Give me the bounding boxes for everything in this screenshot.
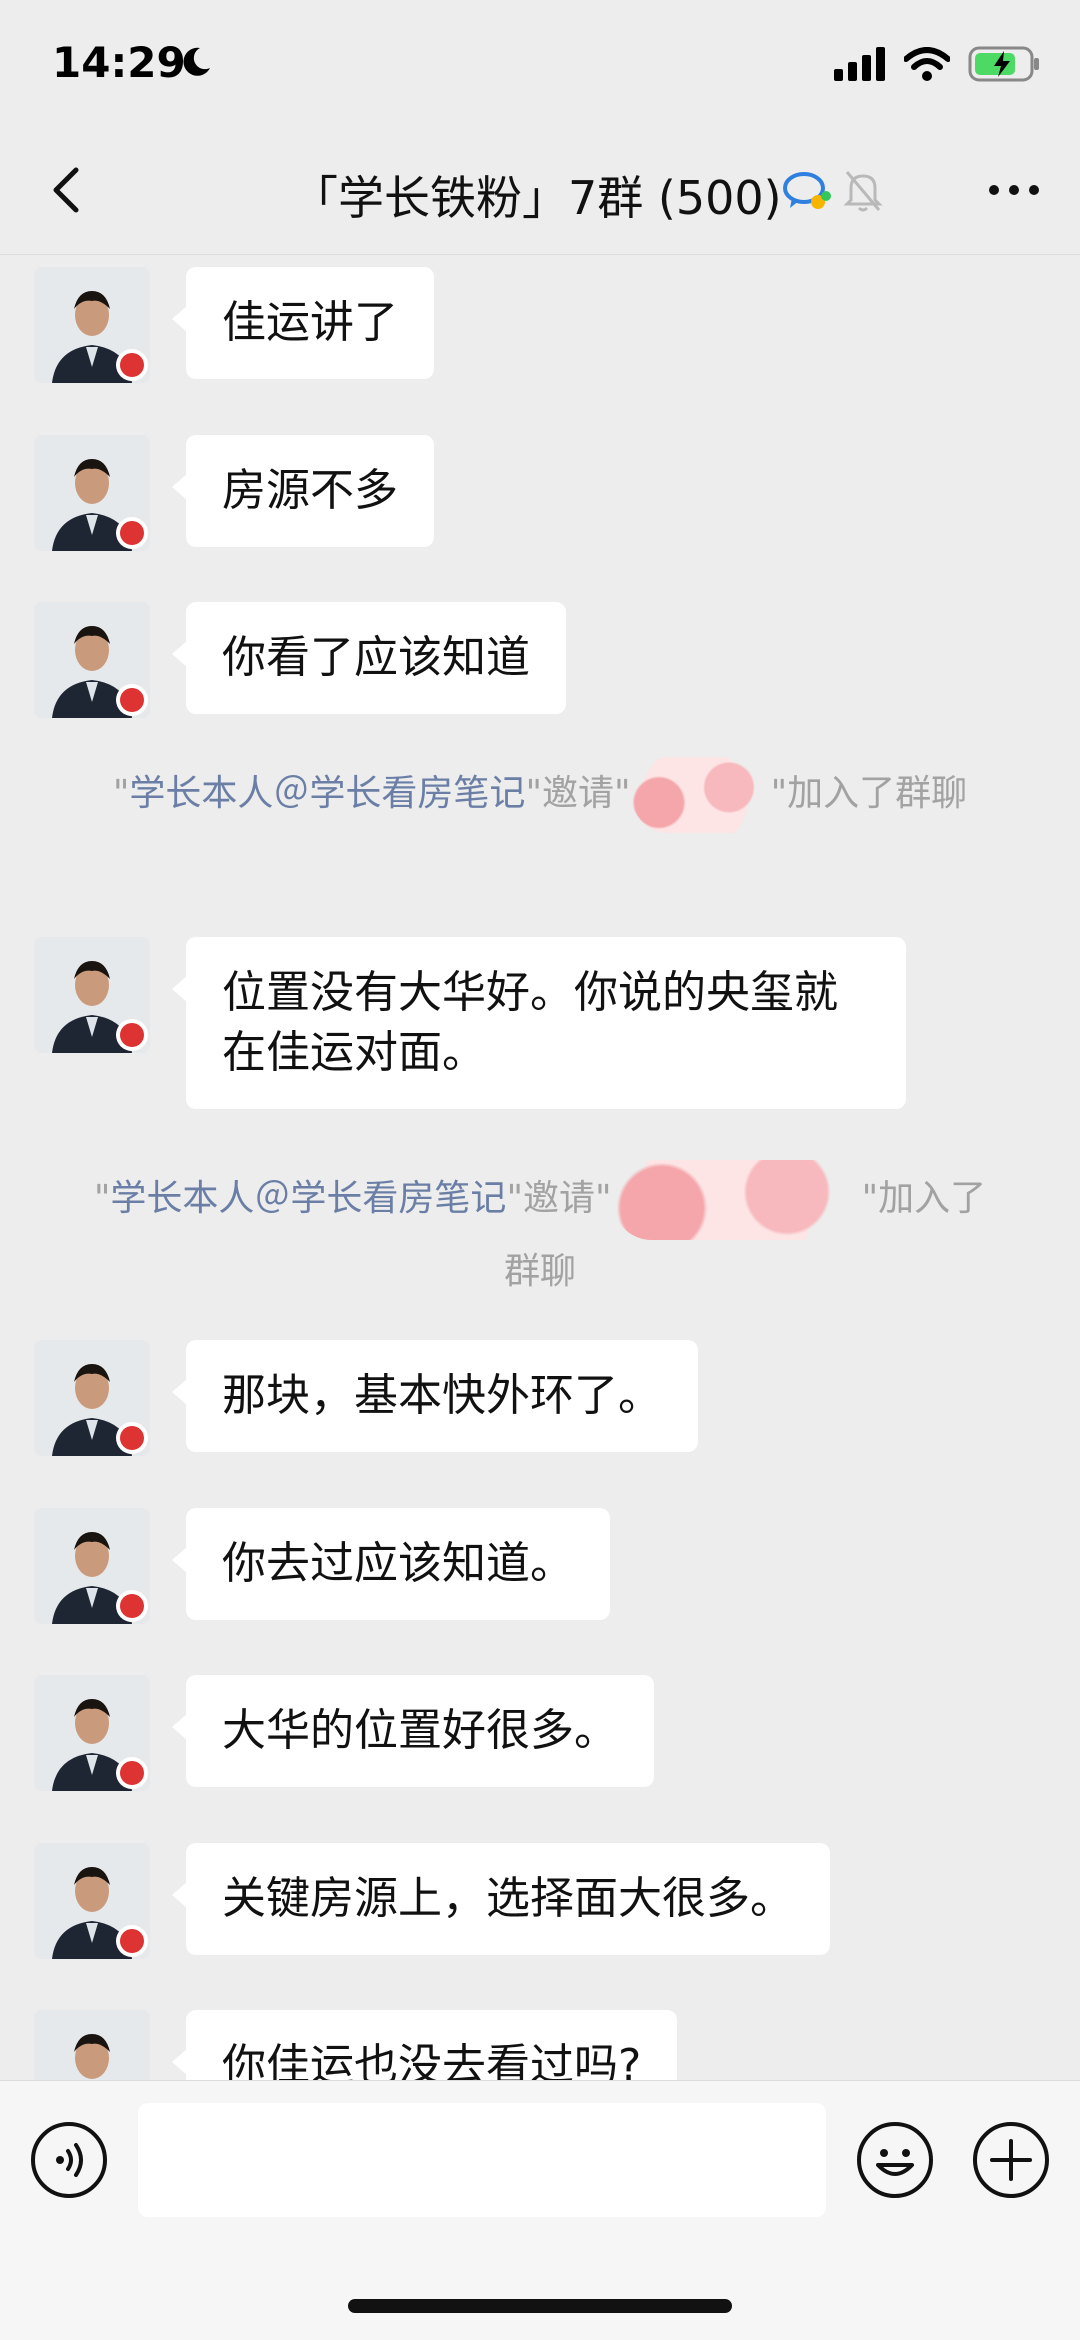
avatar[interactable] [34,267,150,383]
system-notice: "学长本人＠学长看房笔记"邀请" "加入了群聊 [80,1160,1000,1304]
avatar[interactable] [34,1675,150,1791]
message-text: 佳运讲了 [222,297,398,348]
message-bubble[interactable]: 房源不多 [172,435,434,547]
avatar[interactable] [34,1340,150,1456]
message-text: 大华的位置好很多。 [222,1705,618,1756]
more-icon[interactable] [986,170,1042,214]
message-text: 你去过应该知道。 [222,1538,574,1589]
message-text: 关键房源上，选择面大很多。 [222,1873,794,1924]
back-icon[interactable] [40,160,100,220]
message-text: 位置没有大华好。你说的央玺就在佳运对面。 [222,967,838,1078]
signal-icon [834,47,886,85]
message-bubble[interactable]: 关键房源上，选择面大很多。 [172,1843,830,1955]
system-notice: "学长本人＠学长看房笔记"邀请" "加入了群聊 [80,757,1000,833]
avatar[interactable] [34,435,150,551]
message-bubble[interactable]: 你看了应该知道 [172,602,566,714]
mute-bell-icon [843,168,883,216]
blurred-name [611,1160,862,1240]
chat-header: 「学长铁粉」7群 (500) [0,130,1080,255]
wifi-icon [903,47,951,85]
message-bubble[interactable]: 大华的位置好很多。 [172,1675,654,1787]
chat-title: 「学长铁粉」7群 (500) [292,171,782,225]
message-text: 房源不多 [222,465,398,516]
home-indicator [348,2299,732,2313]
plus-icon[interactable] [972,2121,1050,2203]
input-bar [0,2080,1080,2340]
mention-link[interactable]: 学长本人＠学长看房笔记 [129,773,525,814]
group-chat-icon [782,170,832,218]
status-bar: 14:29 [0,0,1080,130]
avatar[interactable] [34,602,150,718]
message-bubble[interactable]: 你佳运也没去看过吗? [171,2010,678,2080]
chat-area[interactable]: 佳运讲了 房源不多 你看了应该知道 "学长本人＠学长看房笔记"邀请" "加入了群聊… [0,255,1080,2080]
moon-icon [178,44,214,84]
avatar[interactable] [34,1508,150,1624]
mention-link[interactable]: 学长本人＠学长看房笔记 [110,1178,506,1219]
message-bubble[interactable]: 佳运讲了 [172,267,434,379]
voice-icon[interactable] [30,2121,108,2203]
message-input[interactable] [138,2103,826,2217]
avatar[interactable] [34,937,150,1053]
status-time: 14:29 [52,38,186,87]
message-text: 那块，基本快外环了。 [222,1370,662,1421]
avatar[interactable] [34,2010,150,2080]
blurred-name [630,757,771,833]
message-text: 你佳运也没去看过吗? [222,2040,642,2080]
message-bubble[interactable]: 你去过应该知道。 [172,1508,610,1620]
battery-icon [968,46,1040,86]
message-text: 你看了应该知道 [222,632,530,683]
emoji-icon[interactable] [856,2121,934,2203]
status-icons [834,46,1040,86]
avatar[interactable] [34,1843,150,1959]
message-bubble[interactable]: 那块，基本快外环了。 [172,1340,698,1452]
message-bubble[interactable]: 位置没有大华好。你说的央玺就在佳运对面。 [172,937,906,1109]
